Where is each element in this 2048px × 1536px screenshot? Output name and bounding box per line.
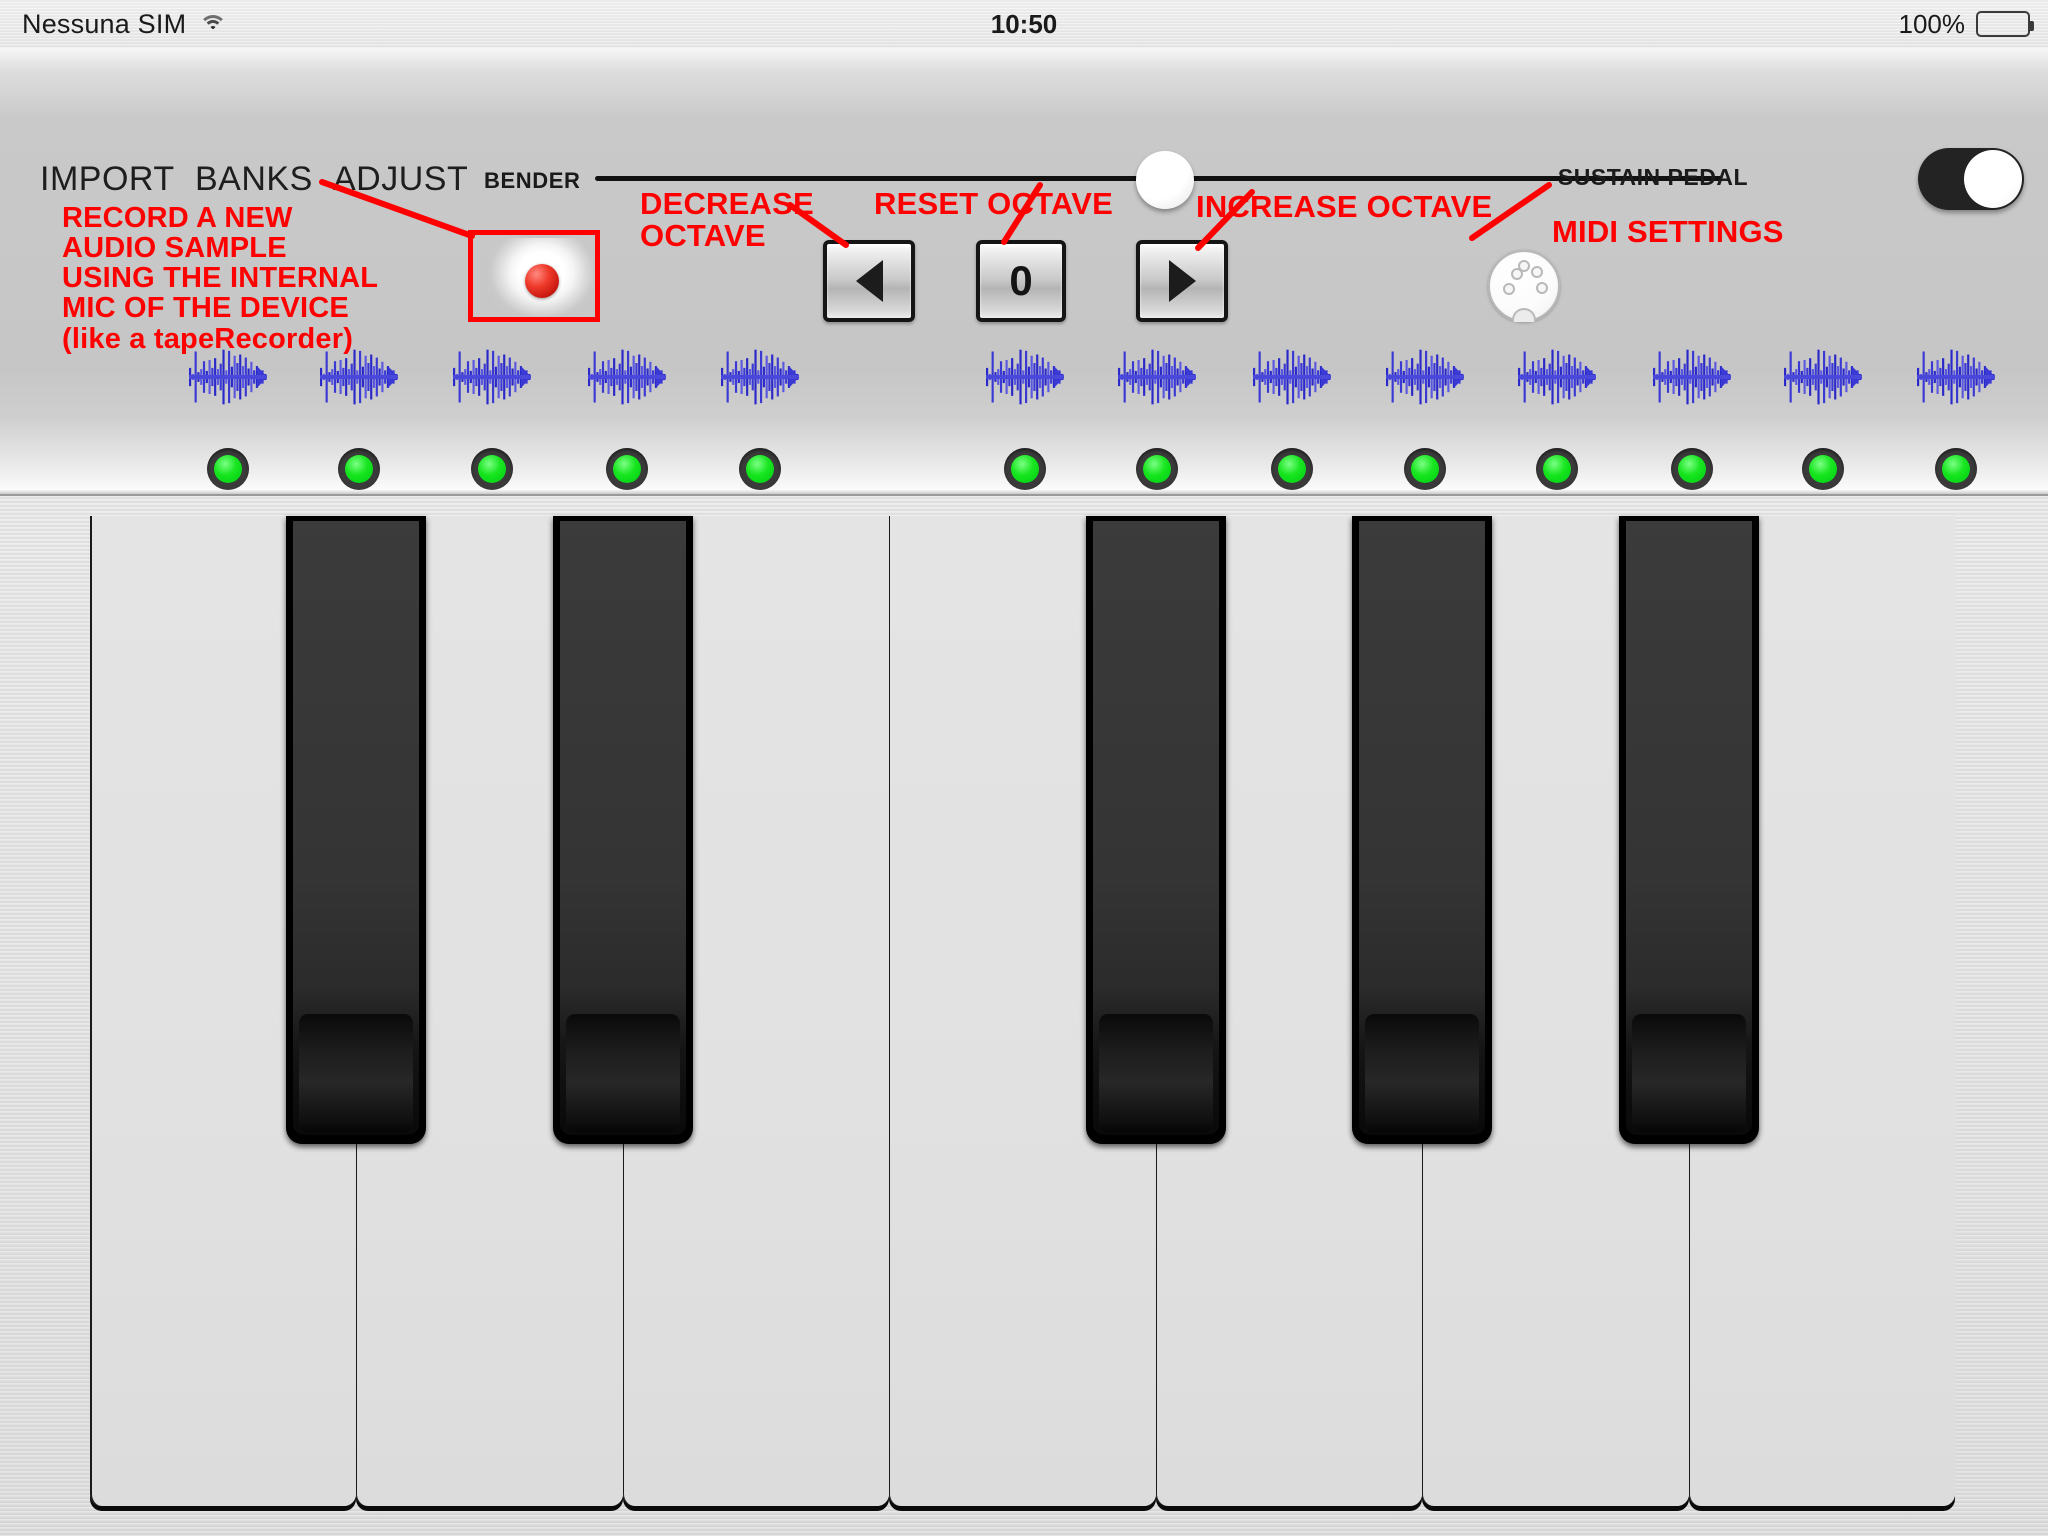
- sample-led-indicator[interactable]: [1136, 448, 1178, 490]
- bender-slider-knob[interactable]: [1136, 151, 1194, 209]
- octave-value-label: 0: [1009, 260, 1032, 302]
- waveform-icon[interactable]: [1653, 346, 1731, 408]
- piano-keys-container: [90, 516, 1955, 1506]
- octave-decrease-button[interactable]: [823, 240, 915, 322]
- waveform-icon[interactable]: [721, 346, 799, 408]
- sample-led-indicator[interactable]: [1271, 448, 1313, 490]
- octave-reset-button[interactable]: 0: [976, 240, 1066, 322]
- menu-item-banks[interactable]: BANKS: [195, 160, 313, 199]
- menu-item-adjust[interactable]: ADJUST: [333, 160, 468, 199]
- piano-black-key-tip: [566, 1014, 680, 1132]
- piano-black-key[interactable]: [1086, 516, 1226, 1144]
- waveform-icon[interactable]: [1917, 346, 1995, 408]
- sustain-pedal-toggle[interactable]: [1918, 148, 2024, 210]
- sustain-pedal-label: SUSTAIN PEDAL: [1558, 164, 1748, 191]
- annotation-decrease-octave: DECREASE OCTAVE: [640, 188, 814, 252]
- bender-label: BENDER: [484, 168, 581, 194]
- menu-item-import[interactable]: IMPORT: [40, 160, 175, 199]
- waveform-icon[interactable]: [453, 346, 531, 408]
- piano-black-key-tip: [1099, 1014, 1213, 1132]
- sample-led-indicator[interactable]: [739, 448, 781, 490]
- sample-led-indicator[interactable]: [1536, 448, 1578, 490]
- sample-led-indicator[interactable]: [207, 448, 249, 490]
- sample-led-indicator[interactable]: [1802, 448, 1844, 490]
- piano-black-key[interactable]: [286, 516, 426, 1144]
- waveform-icon[interactable]: [1518, 346, 1596, 408]
- annotation-record: RECORD A NEW AUDIO SAMPLE USING THE INTE…: [62, 203, 378, 354]
- octave-increase-button[interactable]: [1136, 240, 1228, 322]
- piano-black-key-tip: [1632, 1014, 1746, 1132]
- battery-percent-label: 100%: [1899, 9, 1966, 40]
- sample-led-indicator[interactable]: [338, 448, 380, 490]
- annotation-midi-settings: MIDI SETTINGS: [1552, 216, 1784, 248]
- status-bar: Nessuna SIM 10:50 100%: [0, 0, 2048, 48]
- battery-full-icon: [1976, 11, 2030, 37]
- sample-led-indicator[interactable]: [1671, 448, 1713, 490]
- piano-black-key-tip: [1365, 1014, 1479, 1132]
- waveform-icon[interactable]: [1386, 346, 1464, 408]
- triangle-left-icon: [856, 260, 883, 302]
- annotation-highlight-box: [468, 230, 600, 322]
- waveform-icon[interactable]: [320, 346, 398, 408]
- midi-din-icon[interactable]: [1488, 250, 1560, 322]
- waveform-icon[interactable]: [986, 346, 1064, 408]
- triangle-right-icon: [1169, 260, 1196, 302]
- sustain-pedal-knob: [1964, 150, 2022, 208]
- sample-led-indicator[interactable]: [1935, 448, 1977, 490]
- waveform-icon[interactable]: [189, 346, 267, 408]
- piano-black-key[interactable]: [1619, 516, 1759, 1144]
- piano-black-key-tip: [299, 1014, 413, 1132]
- piano-black-key[interactable]: [1352, 516, 1492, 1144]
- waveform-icon[interactable]: [1253, 346, 1331, 408]
- sample-led-indicator[interactable]: [1004, 448, 1046, 490]
- app-root: Nessuna SIM 10:50 100% IMPORT BANKS ADJU…: [0, 0, 2048, 1536]
- control-panel: IMPORT BANKS ADJUST BENDER 0 SUSTAIN PED…: [0, 48, 2048, 496]
- clock-label: 10:50: [0, 9, 2048, 40]
- sample-led-indicator[interactable]: [1404, 448, 1446, 490]
- piano-black-key[interactable]: [553, 516, 693, 1144]
- annotation-increase-octave: INCREASE OCTAVE: [1196, 191, 1492, 223]
- sample-led-indicator[interactable]: [606, 448, 648, 490]
- waveform-icon[interactable]: [1784, 346, 1862, 408]
- sample-led-indicator[interactable]: [471, 448, 513, 490]
- waveform-icon[interactable]: [1118, 346, 1196, 408]
- waveform-icon[interactable]: [588, 346, 666, 408]
- status-bar-right: 100%: [1899, 9, 2031, 40]
- annotation-reset-octave: RESET OCTAVE: [874, 188, 1113, 220]
- piano-keyboard: [0, 496, 2048, 1536]
